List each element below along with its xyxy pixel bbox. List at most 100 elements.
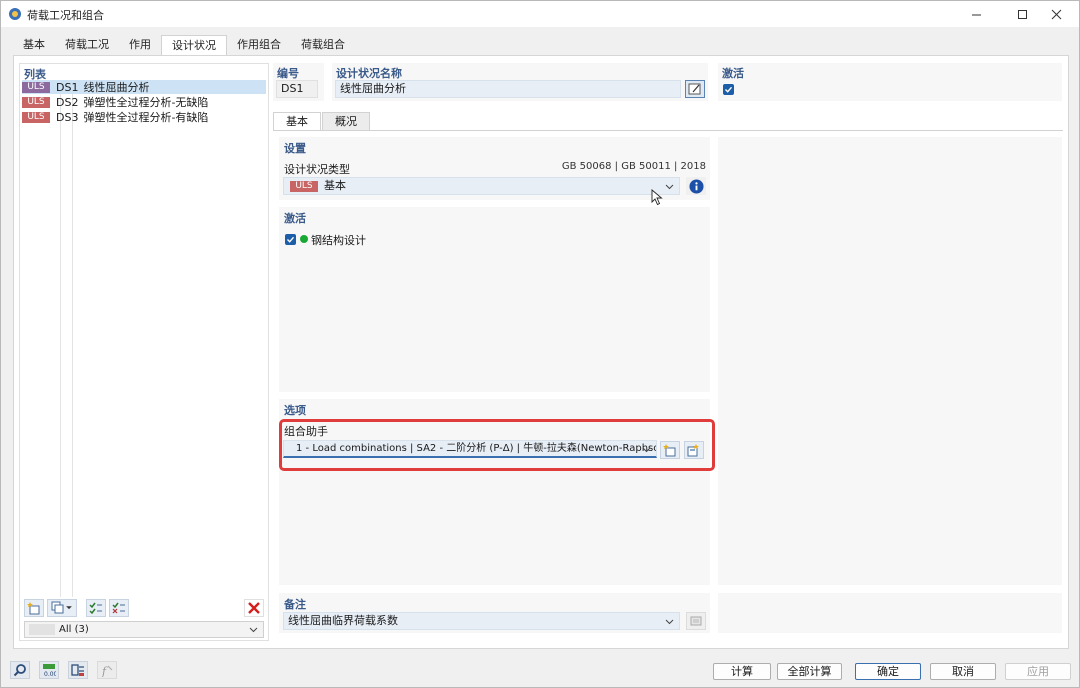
list-item[interactable]: ULS DS3 弹塑性全过程分析-有缺陷 — [22, 110, 266, 124]
search-icon — [13, 664, 26, 677]
uls-badge: ULS — [22, 81, 50, 93]
design-type-label: 设计状况类型 — [284, 163, 350, 176]
highlight-frame — [279, 419, 715, 471]
settings-title: 设置 — [284, 142, 306, 155]
tab-load-combinations[interactable]: 荷载组合 — [291, 35, 355, 55]
number-field[interactable]: DS1 — [276, 80, 318, 98]
dropdown-arrow-icon — [66, 606, 72, 610]
status-dot-icon — [300, 235, 308, 243]
list-item-id: DS3 — [56, 110, 79, 124]
minimize-button[interactable] — [953, 1, 999, 27]
structure-icon — [71, 664, 84, 676]
checkmark-icon — [725, 86, 733, 93]
close-button[interactable] — [1033, 1, 1079, 27]
function-button[interactable]: f — [97, 661, 117, 679]
comment-library-button[interactable] — [686, 612, 706, 630]
decimal-icon: 0.00 — [43, 664, 56, 677]
tab-load-cases[interactable]: 荷载工况 — [55, 35, 119, 55]
list-divider — [60, 82, 61, 597]
ok-button[interactable]: 确定 — [855, 663, 921, 680]
comment-field[interactable]: 线性屈曲临界荷载系数 — [283, 612, 680, 630]
edit-name-button[interactable] — [685, 80, 705, 98]
copy-icon — [51, 601, 64, 614]
checkmark-icon — [287, 236, 295, 243]
steel-design-checkbox[interactable] — [285, 234, 296, 245]
standard-label: GB 50068 | GB 50011 | 2018 — [561, 161, 706, 172]
options-title: 选项 — [284, 404, 306, 417]
uncheck-list-icon — [112, 602, 125, 614]
chevron-down-icon — [665, 619, 674, 625]
comment-title: 备注 — [284, 598, 306, 611]
list-divider — [72, 82, 73, 597]
cancel-button[interactable]: 取消 — [930, 663, 996, 680]
name-label: 设计状况名称 — [336, 67, 402, 80]
chevron-down-icon — [249, 627, 258, 633]
inner-tab-overview[interactable]: 概况 — [322, 112, 370, 130]
delete-icon — [248, 602, 260, 614]
list-item[interactable]: ULS DS1 线性屈曲分析 — [22, 80, 266, 94]
model-button[interactable] — [68, 661, 88, 679]
tab-content: 列表 ULS DS1 线性屈曲分析 ULS DS2 弹塑性全过程分析-无缺陷 U… — [13, 55, 1069, 649]
calculate-all-button[interactable]: 全部计算 — [777, 663, 842, 680]
new-item-icon — [27, 602, 40, 615]
calculate-button[interactable]: 计算 — [713, 663, 771, 680]
inner-tab-divider — [273, 130, 1063, 131]
copy-item-button[interactable] — [47, 599, 77, 617]
design-type-select[interactable]: ULS 基本 — [283, 177, 680, 195]
svg-text:0.00: 0.00 — [44, 671, 56, 677]
list-item-id: DS2 — [56, 95, 79, 109]
settings-panel: 设置 设计状况类型 GB 50068 | GB 50011 | 2018 ULS… — [279, 137, 710, 206]
svg-text:f: f — [101, 665, 108, 677]
inner-tab-basic[interactable]: 基本 — [273, 112, 321, 130]
comment-value: 线性屈曲临界荷载系数 — [288, 614, 398, 627]
function-icon: f — [101, 665, 113, 677]
uncheck-all-button[interactable] — [109, 599, 129, 617]
app-icon — [9, 8, 21, 20]
number-label: 编号 — [277, 67, 299, 80]
design-type-value: 基本 — [324, 179, 346, 192]
name-panel: 设计状况名称 线性屈曲分析 — [332, 63, 708, 101]
units-button[interactable]: 0.00 — [39, 661, 59, 679]
check-all-button[interactable] — [86, 599, 106, 617]
main-tabs: 基本 荷载工况 作用 设计状况 作用组合 荷载组合 — [13, 35, 355, 55]
list-item-name: 弹塑性全过程分析-有缺陷 — [83, 111, 209, 124]
search-button[interactable] — [10, 661, 30, 679]
list-item[interactable]: ULS DS2 弹塑性全过程分析-无缺陷 — [22, 95, 266, 109]
apply-button[interactable]: 应用 — [1005, 663, 1071, 680]
chevron-down-icon — [665, 184, 674, 190]
uls-badge: ULS — [22, 111, 50, 123]
maximize-icon — [1017, 9, 1027, 19]
new-item-button[interactable] — [24, 599, 44, 617]
tab-basic[interactable]: 基本 — [13, 35, 55, 55]
inner-tabs: 基本 概况 — [273, 112, 371, 130]
dialog-window: 荷载工况和组合 基本 荷载工况 作用 设计状况 作用组合 荷载组合 列表 ULS… — [0, 0, 1080, 688]
edit-icon — [688, 83, 701, 95]
filter-value: All (3) — [59, 624, 89, 635]
tab-action-combinations[interactable]: 作用组合 — [227, 35, 291, 55]
minimize-icon — [971, 14, 981, 15]
name-field[interactable]: 线性屈曲分析 — [335, 80, 681, 98]
list-item-name: 弹塑性全过程分析-无缺陷 — [83, 96, 209, 109]
activation-panel: 激活 钢结构设计 — [279, 207, 710, 392]
comment-panel: 备注 线性屈曲临界荷载系数 — [279, 593, 710, 633]
library-icon — [690, 616, 702, 626]
title-bar: 荷载工况和组合 — [1, 1, 1079, 27]
number-panel: 编号 DS1 — [273, 63, 324, 101]
right-info-panel — [718, 137, 1062, 585]
list-filter-select[interactable]: All (3) — [24, 621, 264, 638]
check-list-icon — [89, 602, 102, 615]
activation-title: 激活 — [284, 212, 306, 225]
tab-actions[interactable]: 作用 — [119, 35, 161, 55]
design-situation-list: 列表 ULS DS1 线性屈曲分析 ULS DS2 弹塑性全过程分析-无缺陷 U… — [19, 63, 269, 641]
mouse-cursor-icon — [651, 189, 663, 206]
close-icon — [1051, 9, 1061, 19]
window-title: 荷载工况和组合 — [27, 9, 104, 22]
list-item-id: DS1 — [56, 80, 79, 94]
uls-badge: ULS — [22, 96, 50, 108]
tab-design-situations[interactable]: 设计状况 — [161, 35, 227, 55]
info-icon — [688, 178, 704, 194]
active-checkbox[interactable] — [723, 84, 734, 95]
info-button[interactable] — [686, 177, 706, 195]
filter-swatch — [29, 624, 55, 635]
delete-button[interactable] — [244, 599, 264, 617]
